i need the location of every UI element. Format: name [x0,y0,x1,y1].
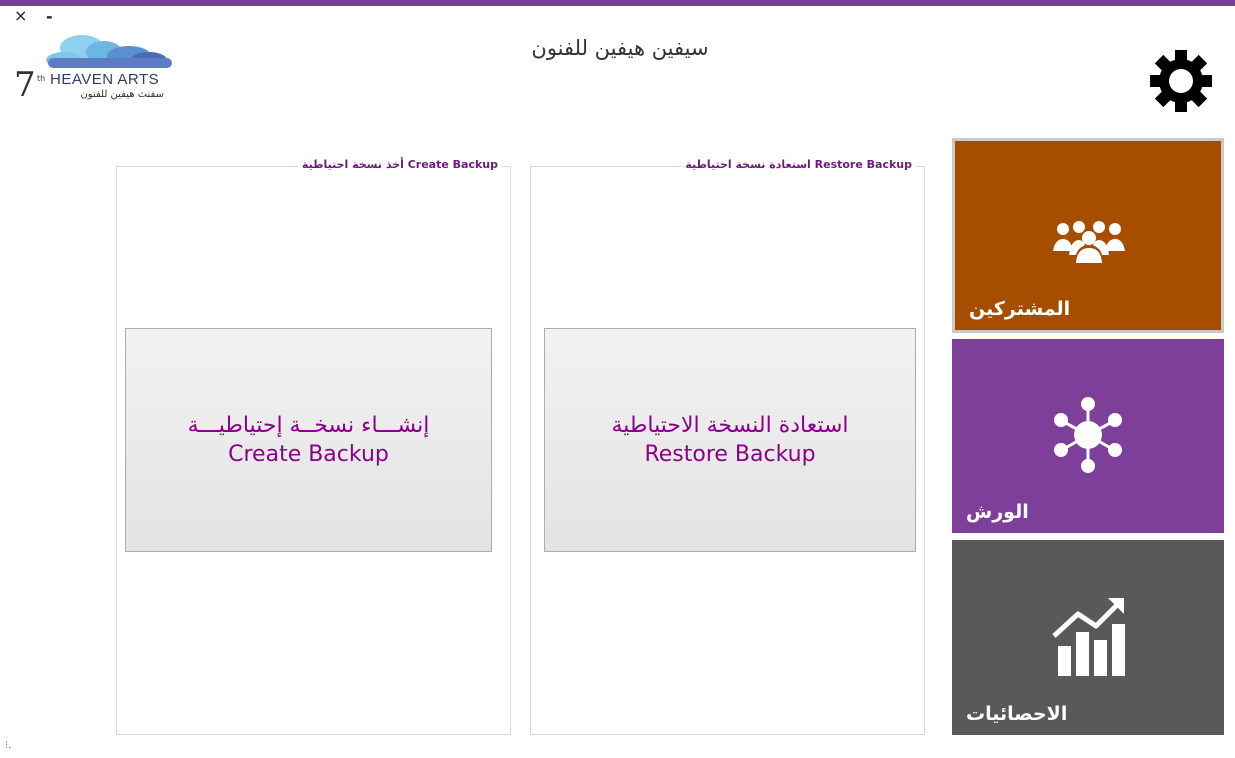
network-hub-icon [1054,397,1122,473]
restore-backup-group: استعادة نسخة احتياطية Restore Backup است… [530,158,925,735]
stats-chart-icon [1052,598,1125,676]
gear-icon [1150,50,1212,112]
restore-backup-legend: استعادة نسخة احتياطية Restore Backup [681,158,916,171]
logo-number: 7 [14,65,36,105]
app-logo: 7 th HEAVEN ARTS سفنث هيفين للفنون [12,34,177,108]
tile-subscribers-label: المشتركين [969,298,1071,320]
logo-brand-en: HEAVEN ARTS [50,71,160,88]
create-backup-legend: أخذ نسخة احتياطية Create Backup [297,158,502,171]
cloud-logo-icon [46,35,172,68]
tile-workshops[interactable]: الورش [952,339,1224,533]
close-button[interactable]: × [14,8,27,24]
create-backup-label-en: Create Backup [228,442,389,467]
app-title: سيفين هيفين للفنون [531,36,709,60]
window-accent-bar [0,0,1235,6]
minimize-button[interactable]: - [46,9,53,25]
logo-superscript: th [37,74,46,83]
tile-statistics[interactable]: الاحصائيات [952,540,1224,735]
users-group-icon [1053,221,1125,263]
tile-subscribers[interactable]: المشتركين [952,138,1224,333]
resize-grip[interactable]: ⁝. [5,740,11,751]
create-backup-group: أخذ نسخة احتياطية Create Backup إنشـــاء… [116,158,511,735]
restore-backup-label-en: Restore Backup [644,442,816,467]
settings-button[interactable] [1138,50,1224,112]
tile-statistics-label: الاحصائيات [966,703,1068,725]
create-backup-button[interactable]: إنشـــاء نسخــة إحتياطيـــة Create Backu… [125,328,492,552]
tile-workshops-label: الورش [966,501,1029,523]
logo-brand-ar: سفنث هيفين للفنون [80,89,164,100]
create-backup-label-ar: إنشـــاء نسخــة إحتياطيـــة [187,413,430,438]
restore-backup-label-ar: استعادة النسخة الاحتياطية [611,413,849,438]
restore-backup-button[interactable]: استعادة النسخة الاحتياطية Restore Backup [544,328,916,552]
